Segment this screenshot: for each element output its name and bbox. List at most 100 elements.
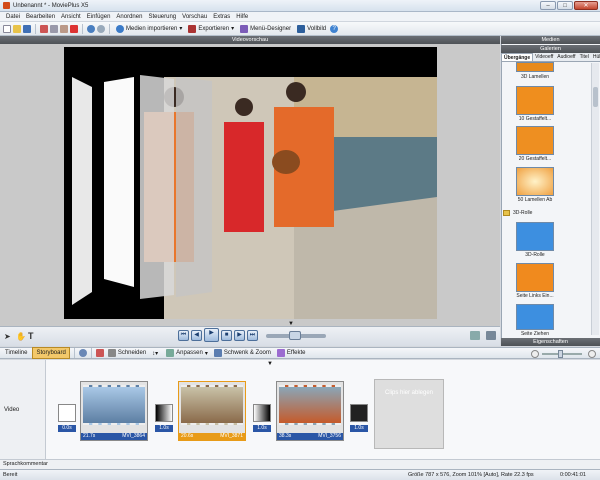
cut-button[interactable]: Schneiden (106, 348, 148, 359)
fit-icon (166, 349, 175, 357)
pan-zoom-button[interactable]: Schwenk & Zoom (212, 348, 273, 359)
snapshot-icon[interactable] (486, 331, 496, 340)
zoom-in-icon[interactable] (588, 350, 596, 358)
clip-info: 20.6s MVI_3871 (179, 433, 245, 440)
hand-tool-icon[interactable]: ✋ (16, 332, 26, 341)
transition-slot[interactable] (253, 404, 271, 422)
close-button[interactable]: ✕ (574, 1, 598, 10)
help-icon[interactable]: ? (330, 24, 339, 33)
transition-slot[interactable] (155, 404, 173, 422)
transition-thumb[interactable] (516, 86, 554, 115)
zoom-slider-thumb[interactable] (558, 350, 563, 358)
pointer-tool-icon[interactable]: ➤ (4, 332, 11, 341)
transition-thumb[interactable] (516, 62, 554, 72)
camera-icon[interactable] (470, 331, 480, 340)
zoom-out-icon[interactable] (531, 350, 539, 358)
transition-label: 3D-Rolle (525, 252, 545, 258)
transition-label: 10 Gestaffelt... (518, 116, 552, 122)
tab-transitions[interactable]: Übergänge (501, 53, 534, 61)
microphone-icon[interactable] (78, 349, 87, 357)
menu-ansicht[interactable]: Ansicht (61, 14, 81, 20)
tab-titles[interactable]: Titel (578, 53, 591, 61)
transition-thumb[interactable] (516, 263, 554, 292)
gallery-header[interactable]: Galerien (501, 45, 600, 53)
main-toolbar: Medien importieren ▾ Exportieren ▾ Menü-De… (0, 22, 600, 36)
copy-icon[interactable] (50, 24, 58, 33)
transition-thumb[interactable] (516, 167, 554, 196)
save-icon[interactable] (23, 24, 31, 33)
storyboard-clip-selected[interactable]: 20.6s MVI_3871 (178, 381, 246, 441)
gallery-scrollbar[interactable] (591, 63, 599, 335)
menu-datei[interactable]: Datei (6, 14, 20, 20)
transition-thumb[interactable] (516, 304, 554, 330)
undo-icon[interactable] (87, 24, 95, 33)
menu-vorschau[interactable]: Vorschau (182, 14, 207, 20)
previous-frame-button[interactable]: ◀ (191, 330, 202, 341)
toolbar-divider (109, 23, 110, 34)
go-to-start-button[interactable]: ⏮ (178, 330, 189, 341)
fit-label: Anpassen (176, 350, 203, 356)
window-title: Unbenannt * - MoviePlus X5 (13, 2, 89, 9)
delete-icon[interactable] (70, 24, 78, 33)
menu-hilfe[interactable]: Hilfe (236, 14, 248, 20)
menu-anordnen[interactable]: Anordnen (116, 14, 142, 20)
storyboard-marker-icon: ▼ (267, 361, 273, 367)
minimize-button[interactable]: – (540, 1, 556, 10)
stop-button[interactable]: ■ (221, 330, 232, 341)
fullscreen-label: Vollbild (307, 25, 327, 32)
transition-duration: 0.0s (58, 425, 76, 432)
properties-header[interactable]: Eigenschaften (501, 338, 600, 346)
redo-icon[interactable] (97, 24, 105, 33)
pan-zoom-label: Schwenk & Zoom (223, 350, 271, 356)
transition-thumb[interactable] (516, 222, 554, 251)
delete-clip-icon[interactable] (95, 349, 104, 357)
go-to-end-button[interactable]: ⏭ (247, 330, 258, 341)
tab-timeline[interactable]: Timeline (2, 348, 30, 358)
folder-label[interactable]: 3D-Rolle (513, 210, 532, 216)
menu-extras[interactable]: Extras (213, 14, 230, 20)
effects-button[interactable]: Effekte (275, 348, 308, 359)
tab-covers[interactable]: Hülle (591, 53, 600, 61)
menu-bearbeiten[interactable]: Bearbeiten (26, 14, 55, 20)
sort-button[interactable]: ↕▾ (150, 348, 162, 359)
storyboard-clip[interactable]: 21.7s MVI_3864 (80, 381, 148, 441)
menu-steuerung[interactable]: Steuerung (148, 14, 176, 20)
new-file-icon[interactable] (3, 24, 11, 33)
open-folder-icon[interactable] (13, 24, 21, 33)
storyboard-clip[interactable]: 38.3s MVI_3756 (276, 381, 344, 441)
transition-thumb[interactable] (516, 126, 554, 155)
menu-einfuegen[interactable]: Einfügen (87, 14, 111, 20)
transition-slot[interactable] (58, 404, 76, 422)
gallery-scrollbar-thumb[interactable] (593, 87, 598, 107)
export-button[interactable]: Exportieren ▾ (186, 23, 236, 34)
toolbar-divider (82, 23, 83, 34)
transition-label: Seite Ziehen (520, 331, 550, 337)
voiceover-track: Sprachkommentar (0, 459, 600, 469)
maximize-button[interactable]: □ (557, 1, 573, 10)
menu-designer-button[interactable]: Menü-Designer (238, 23, 293, 34)
play-button[interactable]: ▶ (204, 328, 219, 342)
import-media-button[interactable]: Medien importieren ▾ (114, 23, 184, 34)
cut-icon[interactable] (40, 24, 48, 33)
fit-button[interactable]: Anpassen ▾ (164, 348, 210, 359)
tab-audio-effects[interactable]: Audioeff (555, 53, 577, 61)
tab-video-effects[interactable]: Videoeff (533, 53, 555, 61)
transition-label: 3D Lamellen (520, 74, 550, 80)
clip-thumbnail (279, 385, 341, 425)
video-preview (64, 47, 437, 319)
tab-storyboard[interactable]: Storyboard (32, 347, 70, 359)
clip-duration: 20.6s (181, 433, 194, 439)
transition-slot[interactable] (350, 404, 368, 422)
text-tool-icon[interactable]: T (28, 331, 34, 341)
paste-icon[interactable] (60, 24, 68, 33)
cut-label: Schneiden (117, 350, 147, 356)
media-header[interactable]: Medien (501, 36, 600, 44)
next-frame-button[interactable]: ▶ (234, 330, 245, 341)
fullscreen-icon (297, 24, 306, 33)
fullscreen-button[interactable]: Vollbild (295, 23, 328, 34)
effects-icon (276, 349, 285, 357)
scrub-slider-thumb[interactable] (289, 331, 301, 340)
clip-duration: 38.3s (279, 433, 292, 439)
toolbar-divider (90, 348, 92, 358)
transition-label: Seite Links Ein... (516, 293, 554, 299)
